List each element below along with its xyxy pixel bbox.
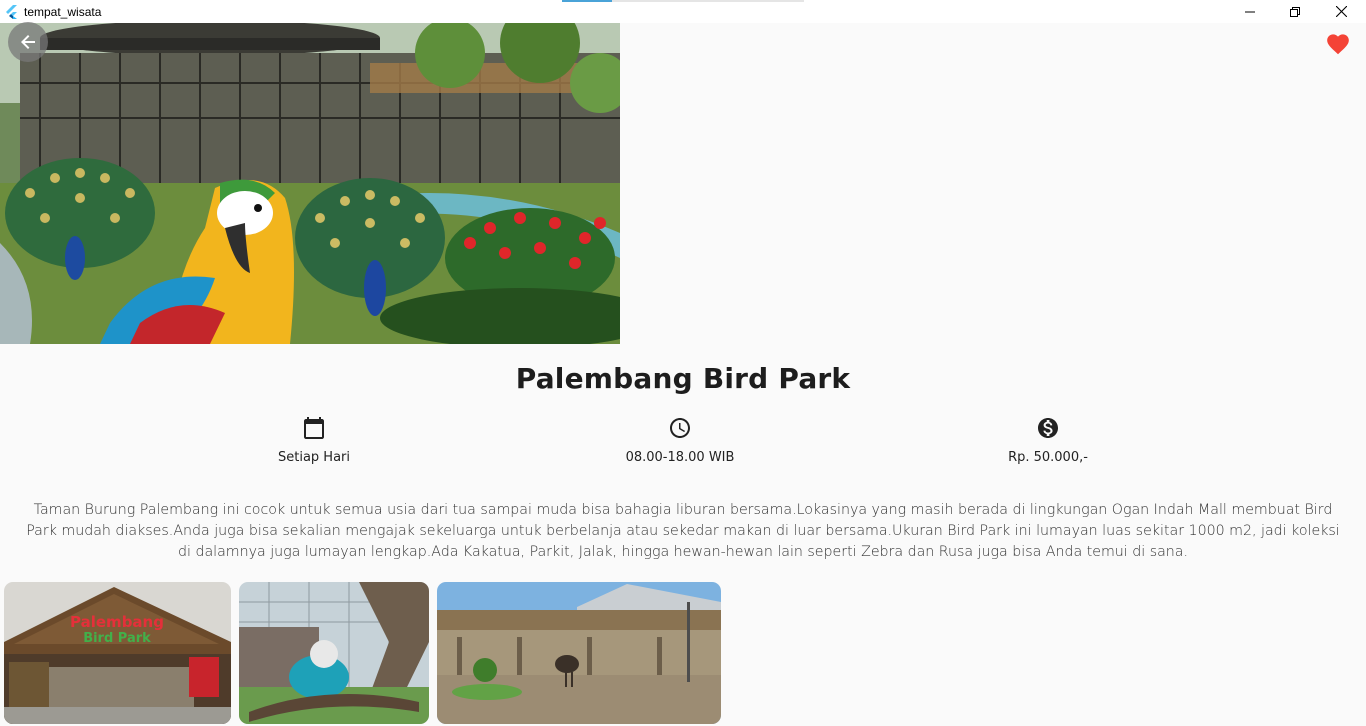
minimize-icon (1245, 11, 1255, 12)
heart-icon[interactable] (1325, 31, 1351, 55)
info-opening-hours-label: 08.00-18.00 WIB (625, 450, 735, 465)
hero-image (0, 23, 620, 344)
info-opening-hours: 08.00-18.00 WIB (580, 416, 780, 465)
info-ticket-price-label: Rp. 50.000,- (1008, 450, 1088, 465)
minimize-button[interactable] (1227, 0, 1273, 23)
back-button[interactable] (8, 22, 48, 62)
info-open-days: Setiap Hari (214, 416, 414, 465)
calendar-icon (304, 417, 324, 439)
close-icon (1335, 6, 1347, 17)
clock-icon (670, 418, 690, 438)
info-open-days-label: Setiap Hari (277, 450, 350, 465)
gallery-photo-entrance[interactable]: Palembang Bird Park (4, 582, 231, 724)
titlebar-tab-indicator (562, 0, 804, 2)
close-window-button[interactable] (1318, 0, 1364, 23)
arrow-left-icon (21, 35, 35, 49)
place-title: Palembang Bird Park (515, 362, 851, 395)
restore-icon (1290, 6, 1300, 17)
info-ticket-price: Rp. 50.000,- (948, 416, 1148, 465)
gallery-sign-line2: Bird Park (83, 631, 151, 646)
window-title: tempat_wisata (24, 4, 102, 19)
place-description: Taman Burung Palembang ini cocok untuk s… (26, 502, 1340, 560)
photo-gallery: Palembang Bird Park (4, 582, 721, 724)
gallery-sign-line1: Palembang (70, 613, 164, 631)
gallery-photo-ostrich[interactable] (437, 582, 721, 724)
flutter-logo-icon (6, 4, 17, 19)
gallery-photo-parakeet[interactable] (239, 582, 429, 724)
dollar-circle-icon (1038, 418, 1058, 438)
window-titlebar: tempat_wisata (0, 0, 1366, 23)
restore-button[interactable] (1272, 0, 1318, 23)
